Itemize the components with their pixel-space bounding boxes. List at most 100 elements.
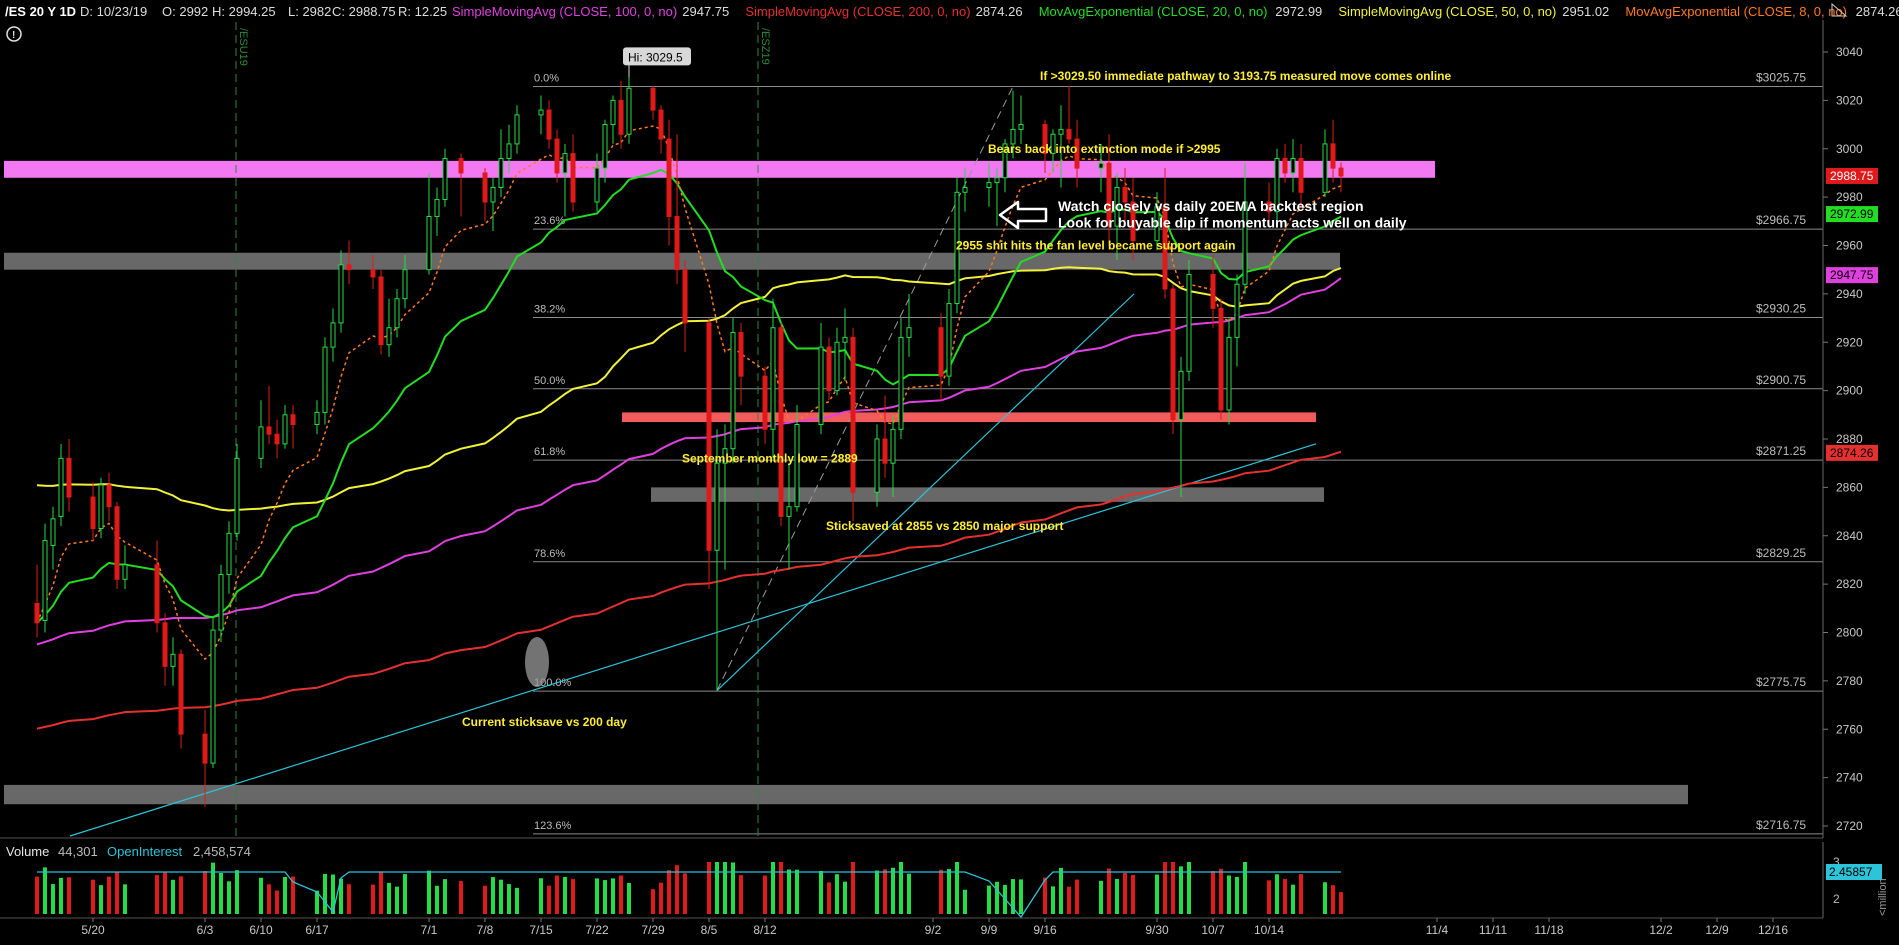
candle-10-9[interactable] xyxy=(1226,318,1232,425)
candle-5-15[interactable] xyxy=(50,506,56,570)
annotation-5: September monthly low = 2889 xyxy=(682,451,858,465)
trendline-lower[interactable] xyxy=(69,443,1317,837)
candle-10-10[interactable] xyxy=(1234,274,1240,367)
price-tick-2800: 2800 xyxy=(1836,626,1863,640)
candle-6-27[interactable] xyxy=(394,289,400,338)
date-tick-11-4: 11/4 xyxy=(1426,923,1449,937)
study-label-3[interactable]: SimpleMovingAvg (CLOSE, 50, 0, no) xyxy=(1338,4,1556,19)
candle-6-18[interactable] xyxy=(322,337,328,425)
candle-10-1[interactable] xyxy=(1162,168,1168,299)
candle-5-23[interactable] xyxy=(114,501,120,589)
candle-10-8[interactable] xyxy=(1218,298,1224,420)
date-axis[interactable]: 5/20 6/3 6/10 6/17 7/1 7/8 7/15 7/22 7/29 8/5 8/12… xyxy=(0,917,1823,937)
candle-6-17[interactable] xyxy=(314,400,320,435)
candle-6-19[interactable] xyxy=(330,308,336,362)
candle-6-12[interactable] xyxy=(274,419,280,459)
fib-pct-7: 123.6% xyxy=(534,820,572,832)
chart-canvas[interactable]: /ES 20 Y 1D D: 10/23/19 O: 2992 H: 2994.… xyxy=(0,0,1899,945)
candle-9-13[interactable] xyxy=(1018,95,1024,144)
candle-8-2[interactable] xyxy=(682,260,688,352)
candle-10-2[interactable] xyxy=(1170,284,1176,435)
candle-8-8[interactable] xyxy=(730,318,736,464)
candle-5-14[interactable] xyxy=(42,523,48,633)
price-tick-2820: 2820 xyxy=(1836,577,1863,591)
candle-10-3[interactable] xyxy=(1178,356,1184,498)
candle-8-14[interactable] xyxy=(778,322,784,527)
candle-5-17[interactable] xyxy=(66,439,72,512)
candle-9-3[interactable] xyxy=(938,313,944,401)
price-axis[interactable]: 3040 3020 3000 2980 2960 2940 2920 2900 2880 2860… xyxy=(1822,20,1878,838)
candle-6-4[interactable] xyxy=(210,617,216,768)
candle-9-19[interactable] xyxy=(1066,85,1072,144)
candle-8-23[interactable] xyxy=(850,327,856,522)
candle-7-15[interactable] xyxy=(538,95,544,135)
candle-8-21[interactable] xyxy=(834,327,840,396)
study-label-4[interactable]: MovAvgExponential (CLOSE, 8, 0, no) xyxy=(1625,4,1847,19)
candle-8-6[interactable] xyxy=(714,429,720,691)
candle-7-24[interactable] xyxy=(610,95,616,144)
candle-8-20[interactable] xyxy=(826,337,832,401)
candle-8-19[interactable] xyxy=(818,322,824,435)
candle-6-7[interactable] xyxy=(234,443,240,541)
candle-7-29[interactable] xyxy=(650,85,656,120)
candle-8-12[interactable] xyxy=(762,366,768,444)
candle-7-25[interactable] xyxy=(618,81,624,149)
candle-8-22[interactable] xyxy=(842,308,848,381)
candle-7-30[interactable] xyxy=(658,105,664,154)
candle-10-4[interactable] xyxy=(1186,260,1192,381)
candle-8-15[interactable] xyxy=(786,463,792,570)
candle-6-10[interactable] xyxy=(258,400,264,469)
candle-9-4[interactable] xyxy=(946,289,952,386)
candle-7-1[interactable] xyxy=(426,172,432,275)
candle-7-10[interactable] xyxy=(498,129,504,198)
candles-layer[interactable] xyxy=(34,77,1344,807)
study-label-1[interactable]: SimpleMovingAvg (CLOSE, 200, 0, no) xyxy=(745,4,970,19)
candle-5-30[interactable] xyxy=(170,637,176,686)
candle-6-26[interactable] xyxy=(386,298,392,357)
candle-7-16[interactable] xyxy=(546,100,552,149)
candle-5-24[interactable] xyxy=(122,545,128,589)
candle-7-12[interactable] xyxy=(514,105,520,154)
candle-8-30[interactable] xyxy=(906,293,912,357)
candle-5-29[interactable] xyxy=(162,613,168,686)
candle-7-5[interactable] xyxy=(458,153,464,217)
candle-8-28[interactable] xyxy=(890,414,896,498)
study-label-2[interactable]: MovAvgExponential (CLOSE, 20, 0, no) xyxy=(1039,4,1268,19)
candle-7-2[interactable] xyxy=(434,187,440,236)
candle-10-21[interactable] xyxy=(1322,129,1328,198)
candle-7-8[interactable] xyxy=(482,168,488,222)
volume-bar-51 xyxy=(619,875,623,914)
open-interest-value: 2,458,574 xyxy=(193,844,251,859)
candle-6-25[interactable] xyxy=(378,269,384,355)
candle-7-9[interactable] xyxy=(490,177,496,231)
candle-7-31[interactable] xyxy=(666,119,672,246)
candle-7-18[interactable] xyxy=(562,143,568,217)
candle-5-20[interactable] xyxy=(90,482,96,541)
candle-8-9[interactable] xyxy=(738,322,744,406)
study-label-0[interactable]: SimpleMovingAvg (CLOSE, 100, 0, no) xyxy=(452,4,677,19)
candle-8-13[interactable] xyxy=(770,298,776,459)
fib-price-7: $2716.75 xyxy=(1756,818,1806,832)
candle-7-26[interactable] xyxy=(626,77,632,144)
candle-6-5[interactable] xyxy=(218,564,224,643)
symbol-label[interactable]: /ES 20 Y 1D xyxy=(5,4,76,19)
candle-5-13[interactable] xyxy=(34,564,40,638)
contract-marker-label-1: /ESZ19 xyxy=(759,28,771,65)
volume-pane: Volume 44,301 OpenInterest 2,458,574 3 2… xyxy=(0,837,1889,919)
candle-8-1[interactable] xyxy=(674,134,680,285)
candle-7-19[interactable] xyxy=(570,134,576,212)
candle-10-17[interactable] xyxy=(1290,139,1296,193)
chart-settings-icon[interactable]: ! xyxy=(6,26,22,42)
candle-7-3[interactable] xyxy=(442,148,448,207)
candle-8-29[interactable] xyxy=(898,318,904,439)
candle-5-31[interactable] xyxy=(178,649,184,749)
volume-bar-13 xyxy=(179,876,183,914)
volume-bar-39 xyxy=(491,877,495,914)
candle-6-13[interactable] xyxy=(282,405,288,449)
candle-6-11[interactable] xyxy=(266,385,272,444)
candle-5-28[interactable] xyxy=(154,540,160,633)
candle-6-14[interactable] xyxy=(290,405,296,449)
candle-6-6[interactable] xyxy=(226,521,232,594)
candle-5-16[interactable] xyxy=(58,443,64,527)
candle-5-22[interactable] xyxy=(106,472,112,522)
